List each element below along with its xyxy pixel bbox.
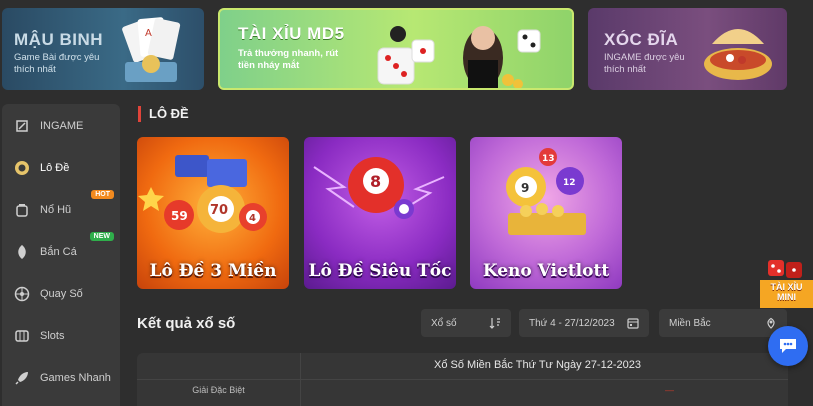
results-title: Kết quả xổ số <box>137 315 236 332</box>
hot-badge: HOT <box>91 190 114 199</box>
chat-bubble-icon <box>780 339 796 353</box>
results-table: Xổ Số Miền Bắc Thứ Tư Ngày 27-12-2023 Gi… <box>137 353 788 406</box>
jar-icon <box>14 202 30 218</box>
calendar-icon <box>627 318 639 329</box>
game-card-lo-de-sieu-toc[interactable]: 8 Lô Đề Siêu Tốc <box>304 137 456 289</box>
bowl-icon <box>704 29 772 80</box>
banner-subtitle: Game Bài được yêu thích nhất <box>14 52 100 75</box>
game-card-label: Lô Đề Siêu Tốc <box>308 261 452 281</box>
sidebar-item-label: Games Nhanh <box>40 372 111 384</box>
section-title: LÔ ĐỀ <box>138 106 189 122</box>
dice-icon <box>377 26 541 88</box>
date-picker[interactable]: Thứ 4 - 27/12/2023 <box>519 309 649 337</box>
sidebar-item-label: Slots <box>40 330 65 342</box>
game-card-keno-vietlott[interactable]: 13 9 12 Keno Vietlott <box>470 137 622 289</box>
sidebar-item-label: Bắn Cá <box>40 246 77 258</box>
table-caption: Xổ Số Miền Bắc Thứ Tư Ngày 27-12-2023 <box>434 359 641 371</box>
game-card-label: Lô Đề 3 Miền <box>149 261 277 281</box>
rocket-icon <box>14 370 30 386</box>
sidebar-item-quay-so[interactable]: Quay Số <box>2 274 120 314</box>
banner-tai-xiu-md5[interactable]: TÀI XỈU MD5 Trả thưởng nhanh, rút tiền n… <box>218 8 574 90</box>
svg-text:70: 70 <box>210 203 228 218</box>
fish-icon <box>14 244 30 260</box>
banner-title: TÀI XỈU MD5 <box>238 24 345 43</box>
svg-text:59: 59 <box>171 209 188 223</box>
slots-icon <box>14 328 30 344</box>
lottery-ball-icon <box>14 160 30 176</box>
sidebar-item-lo-de[interactable]: Lô Đề <box>2 148 120 188</box>
sort-icon <box>489 318 500 329</box>
sidebar-item-slots[interactable]: Slots <box>2 316 120 356</box>
svg-text:4: 4 <box>249 213 256 224</box>
banner-title: MẬU BINH <box>14 30 103 49</box>
wheel-icon <box>14 286 30 302</box>
table-divider <box>137 379 788 380</box>
row-label-special-prize: Giải Đặc Biệt <box>192 385 245 395</box>
game-card-lo-de-3-mien[interactable]: 59 70 4 Lô Đề 3 Miền <box>137 137 289 289</box>
page: MẬU BINH Game Bài được yêu thích nhất A … <box>0 0 813 406</box>
sidebar-item-label: Lô Đề <box>40 162 70 174</box>
lottery-type-select[interactable]: Xổ số <box>421 309 511 337</box>
tai-xiu-mini-widget[interactable]: TÀI XỈU MINI <box>760 258 813 316</box>
banner-mau-binh[interactable]: MẬU BINH Game Bài được yêu thích nhất A <box>2 8 204 90</box>
sidebar: INGAME Lô Đề Nổ Hũ HOT Bắn Cá NEW Quay S… <box>2 104 120 406</box>
location-pin-icon <box>767 317 775 329</box>
sidebar-item-label: Nổ Hũ <box>40 204 72 216</box>
chat-button[interactable] <box>768 326 808 366</box>
controller-icon <box>14 118 30 134</box>
sidebar-item-label: INGAME <box>40 120 84 132</box>
banner-subtitle: Trả thưởng nhanh, rút tiền nháy mắt <box>238 48 339 71</box>
banner-title: XÓC ĐĨA <box>604 30 679 49</box>
svg-text:A: A <box>145 28 152 39</box>
lottery-balls-icon: 59 70 4 <box>138 155 267 233</box>
sidebar-item-ingame[interactable]: INGAME <box>2 106 120 146</box>
game-card-label: Keno Vietlott <box>482 261 610 281</box>
sidebar-item-games-nhanh[interactable]: Games Nhanh <box>2 358 120 398</box>
region-value: Miền Bắc <box>669 317 711 329</box>
mini-game-label: TÀI XỈU MINI <box>770 282 803 302</box>
svg-text:12: 12 <box>563 178 576 188</box>
new-badge: NEW <box>89 232 114 241</box>
banner-subtitle: INGAME được yêu thích nhất <box>604 52 685 75</box>
svg-text:9: 9 <box>521 181 529 195</box>
sidebar-item-label: Quay Số <box>40 288 83 300</box>
special-prize-value: — <box>665 385 674 395</box>
playing-cards-icon: A <box>122 17 181 82</box>
sidebar-item-no-hu[interactable]: Nổ Hũ HOT <box>2 190 120 230</box>
keno-balls-icon: 13 9 12 <box>506 148 586 235</box>
sidebar-item-ban-ca[interactable]: Bắn Cá NEW <box>2 232 120 272</box>
lottery-type-value: Xổ số <box>431 317 457 329</box>
date-value: Thứ 4 - 27/12/2023 <box>529 317 615 329</box>
banner-xoc-dia[interactable]: XÓC ĐĨA INGAME được yêu thích nhất <box>588 8 787 90</box>
svg-text:13: 13 <box>542 154 555 164</box>
svg-text:8: 8 <box>370 172 381 191</box>
ball-eight-icon: 8 <box>313 157 445 219</box>
